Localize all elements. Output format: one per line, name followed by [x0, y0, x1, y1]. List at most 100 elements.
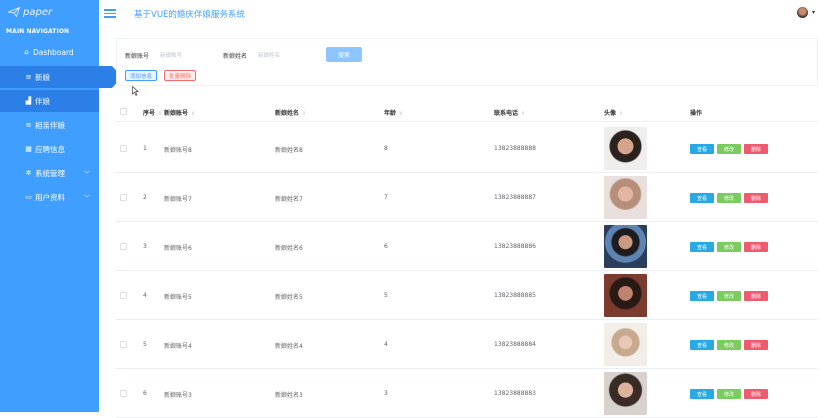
avatar-photo — [604, 323, 647, 366]
account-cell: 新娘账号8 — [164, 147, 192, 154]
index-cell: 1 — [143, 145, 147, 152]
menu-toggle-icon[interactable] — [104, 9, 116, 18]
view-button[interactable]: 查看 — [690, 340, 714, 350]
search-button[interactable]: 搜索 — [326, 47, 362, 62]
phone-cell: 13823888888 — [494, 145, 536, 152]
row-checkbox[interactable] — [120, 194, 127, 201]
list-icon: ≡ — [25, 73, 32, 81]
sort-icon: ⇕ — [399, 111, 404, 117]
row-checkbox[interactable] — [120, 292, 127, 299]
sidebar-item-bride[interactable]: ≡ 新娘 — [0, 66, 122, 88]
column-header[interactable]: 头像 ⇕ — [604, 108, 623, 117]
chevron-down-icon: ﹀ — [83, 170, 90, 178]
row-checkbox[interactable] — [120, 341, 127, 348]
chevron-down-icon: ﹀ — [83, 194, 90, 202]
sidebar-item-label: 系统管理 — [35, 168, 65, 178]
sidebar-item-applications[interactable]: ▦ 应聘信息 — [0, 138, 99, 160]
sidebar-item-dashboard[interactable]: ⌂ Dashboard — [0, 41, 99, 63]
table-row: 6 新娘账号3 新娘姓名3 3 13823888883 查看 修改 删除 — [116, 369, 818, 418]
index-cell: 4 — [143, 292, 147, 299]
age-cell: 3 — [384, 390, 388, 397]
top-bar: 基于VUE的婚庆伴娘服务系统 ▾ — [99, 0, 832, 30]
age-cell: 6 — [384, 243, 388, 250]
account-cell: 新娘账号3 — [164, 392, 192, 399]
sort-icon: ⇕ — [191, 111, 196, 117]
sidebar-item-label: 应聘信息 — [35, 144, 65, 154]
account-cell: 新娘账号7 — [164, 196, 192, 203]
delete-button[interactable]: 删除 — [744, 242, 768, 252]
sort-icon: ⇕ — [158, 111, 163, 117]
sidebar-item-system-management[interactable]: ✲ 系统管理 ﹀ — [0, 162, 99, 184]
search-panel: 新娘账号 新娘账号 新娘姓名 新娘姓名 搜索 添加信息 批量删除 — [116, 38, 818, 86]
name-cell: 新娘姓名6 — [275, 245, 303, 252]
avatar-photo — [604, 127, 647, 170]
phone-cell: 13823888885 — [494, 292, 536, 299]
column-header[interactable]: 联系电话 ⇕ — [494, 108, 525, 117]
sidebar-item-label: 新娘 — [35, 72, 50, 82]
index-cell: 2 — [143, 194, 147, 201]
edit-button[interactable]: 修改 — [717, 291, 741, 301]
column-header[interactable]: 年龄 ⇕ — [384, 108, 403, 117]
grid-icon: ▦ — [25, 145, 32, 153]
age-cell: 5 — [384, 292, 388, 299]
bride-account-input[interactable]: 新娘账号 — [160, 51, 182, 59]
sort-icon: ⇕ — [521, 111, 526, 117]
name-cell: 新娘姓名3 — [275, 392, 303, 399]
sidebar-item-user-profile[interactable]: ▭ 用户资料 ﹀ — [0, 186, 99, 208]
avatar-photo — [604, 176, 647, 219]
edit-button[interactable]: 修改 — [717, 144, 741, 154]
paper-plane-icon — [8, 7, 20, 17]
select-all-checkbox[interactable] — [120, 108, 127, 115]
edit-button[interactable]: 修改 — [717, 193, 741, 203]
view-button[interactable]: 查看 — [690, 291, 714, 301]
phone-cell: 13823888887 — [494, 194, 536, 201]
sort-icon: ⇕ — [302, 111, 307, 117]
avatar-photo — [604, 225, 647, 268]
bride-name-input[interactable]: 新娘姓名 — [258, 51, 280, 59]
column-header-label: 新娘账号 — [164, 110, 189, 117]
caret-down-icon[interactable]: ▾ — [812, 9, 815, 16]
column-header-label: 新娘姓名 — [275, 110, 300, 117]
view-button[interactable]: 查看 — [690, 389, 714, 399]
gear-icon: ✲ — [25, 169, 32, 177]
field-label: 新娘账号 — [125, 53, 150, 60]
page-title: 基于VUE的婚庆伴娘服务系统 — [134, 10, 245, 20]
delete-button[interactable]: 删除 — [744, 291, 768, 301]
name-cell: 新娘姓名7 — [275, 196, 303, 203]
edit-button[interactable]: 修改 — [717, 389, 741, 399]
logo[interactable]: paper — [8, 4, 52, 20]
index-cell: 3 — [143, 243, 147, 250]
age-cell: 7 — [384, 194, 388, 201]
logo-text: paper — [23, 6, 53, 18]
card-icon: ▭ — [25, 193, 32, 201]
bulk-delete-button[interactable]: 批量删除 — [164, 70, 197, 81]
column-header[interactable]: 新娘姓名 ⇕ — [275, 108, 306, 117]
column-header-label: 序号 — [143, 110, 156, 117]
view-button[interactable]: 查看 — [690, 144, 714, 154]
column-header[interactable]: 新娘账号 ⇕ — [164, 108, 195, 117]
delete-button[interactable]: 删除 — [744, 340, 768, 350]
sidebar-item-label: Dashboard — [33, 47, 74, 57]
delete-button[interactable]: 删除 — [744, 193, 768, 203]
sidebar-item-bridesmaid[interactable]: ▟ 伴娘 — [0, 90, 99, 112]
column-header[interactable]: 序号 ⇕ — [143, 108, 162, 117]
view-button[interactable]: 查看 — [690, 193, 714, 203]
view-button[interactable]: 查看 — [690, 242, 714, 252]
sidebar-item-label: 相亲伴娘 — [35, 120, 65, 130]
avatar[interactable] — [797, 7, 808, 18]
delete-button[interactable]: 删除 — [744, 144, 768, 154]
home-icon: ⌂ — [24, 48, 29, 56]
row-checkbox[interactable] — [120, 145, 127, 152]
column-header-label: 操作 — [690, 110, 703, 117]
sidebar-item-matchmaking-bridesmaid[interactable]: ≡ 相亲伴娘 — [0, 114, 99, 136]
delete-button[interactable]: 删除 — [744, 389, 768, 399]
row-checkbox[interactable] — [120, 243, 127, 250]
row-checkbox[interactable] — [120, 390, 127, 397]
edit-button[interactable]: 修改 — [717, 242, 741, 252]
account-cell: 新娘账号5 — [164, 294, 192, 301]
edit-button[interactable]: 修改 — [717, 340, 741, 350]
add-button[interactable]: 添加信息 — [125, 70, 158, 81]
table-row: 3 新娘账号6 新娘姓名6 6 13823888886 查看 修改 删除 — [116, 222, 818, 271]
nav-section-title: MAIN NAVIGATION — [6, 28, 70, 35]
mouse-cursor-icon — [132, 86, 139, 96]
